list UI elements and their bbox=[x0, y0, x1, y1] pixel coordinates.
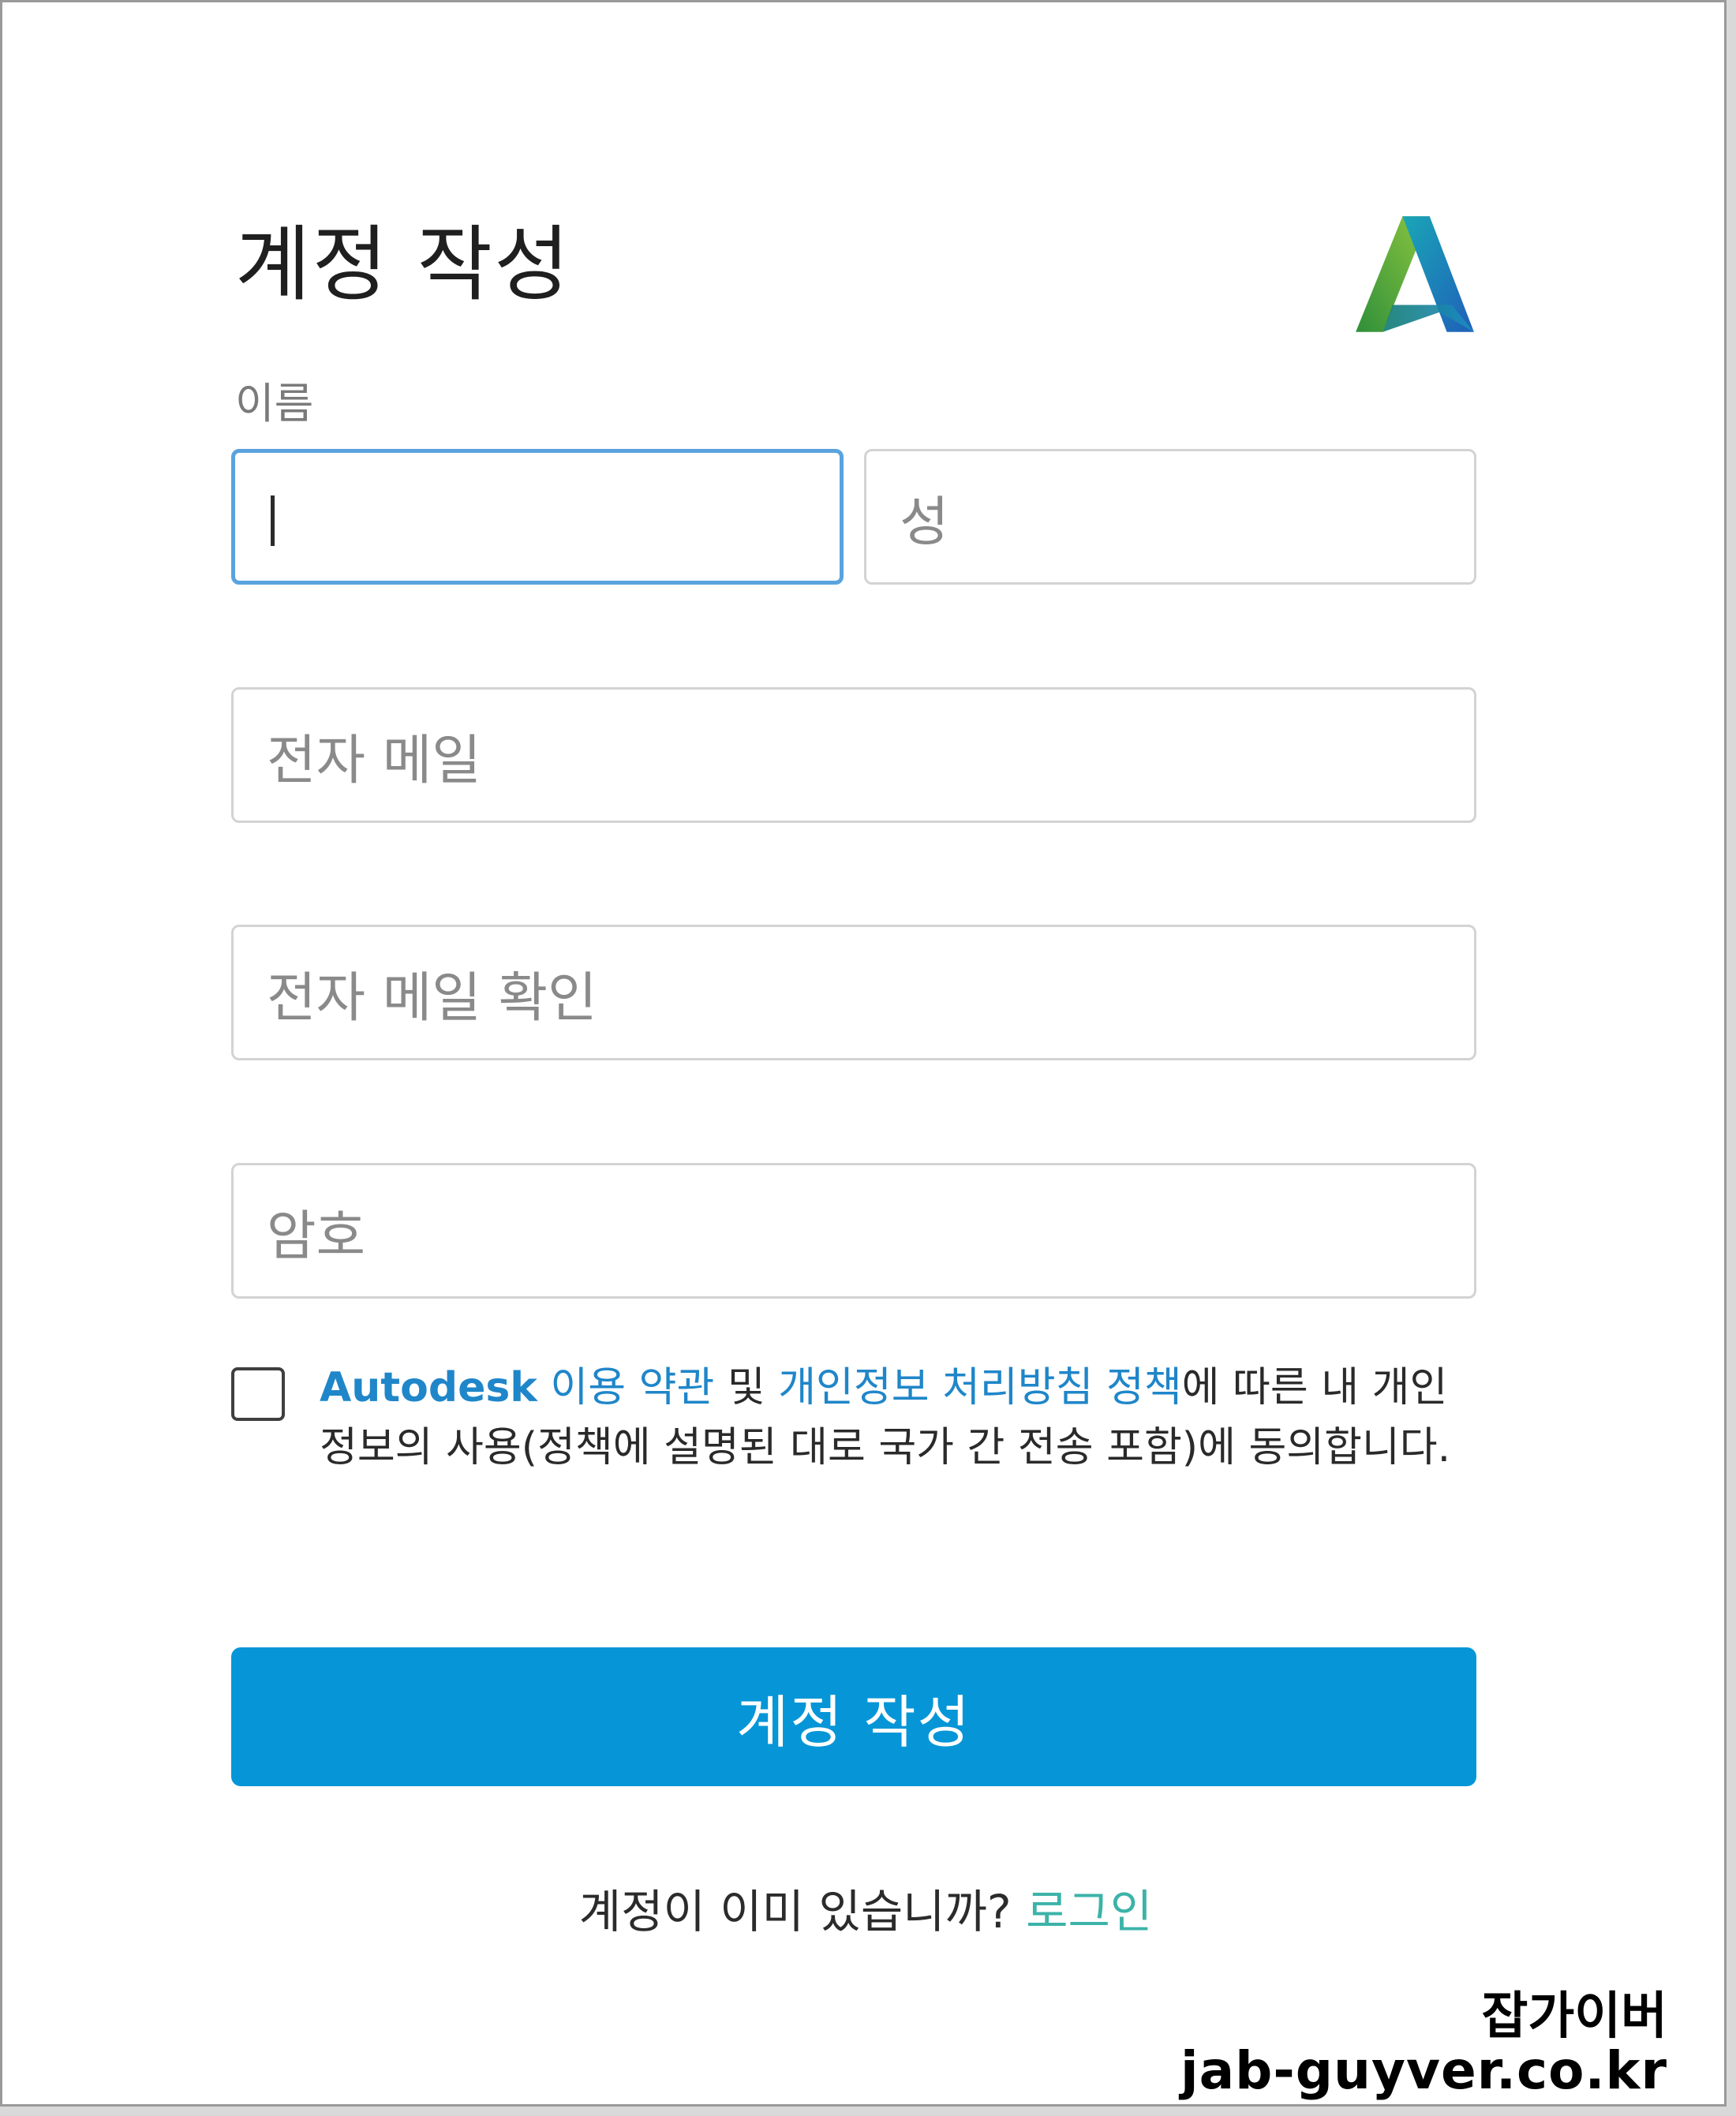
create-account-button[interactable]: 계정 작성 bbox=[231, 1647, 1476, 1786]
name-label: 이름 bbox=[235, 379, 314, 428]
watermark-url: jab-guyver.co.kr bbox=[1180, 2040, 1667, 2102]
signup-dialog: 계정 작성 이름 성 전자 메일 전자 메일 확인 암호 Autodesk 이용… bbox=[0, 0, 1727, 2107]
login-question: 계정이 이미 있습니까? bbox=[578, 1885, 1027, 1938]
page-title: 계정 작성 bbox=[235, 216, 571, 312]
consent-and: 및 bbox=[714, 1364, 779, 1411]
consent-checkbox[interactable] bbox=[231, 1367, 285, 1421]
password-placeholder: 암호 bbox=[267, 1205, 366, 1268]
terms-link-brand[interactable]: Autodesk bbox=[320, 1364, 537, 1411]
email-field[interactable]: 전자 메일 bbox=[231, 687, 1476, 823]
autodesk-logo-icon bbox=[1356, 216, 1474, 332]
last-name-field[interactable]: 성 bbox=[864, 449, 1476, 585]
watermark: 잡가이버 jab-guyver.co.kr bbox=[1180, 1987, 1667, 2102]
first-name-field[interactable] bbox=[231, 449, 844, 585]
login-link[interactable]: 로그인 bbox=[1026, 1885, 1152, 1938]
email-confirm-field[interactable]: 전자 메일 확인 bbox=[231, 925, 1476, 1060]
email-placeholder: 전자 메일 bbox=[267, 729, 481, 792]
password-field[interactable]: 암호 bbox=[231, 1163, 1476, 1299]
last-name-placeholder: 성 bbox=[900, 491, 949, 554]
privacy-policy-link[interactable]: 개인정보 처리방침 정책 bbox=[778, 1364, 1181, 1411]
watermark-name: 잡가이버 bbox=[1481, 1987, 1667, 2046]
login-prompt: 계정이 이미 있습니까? 로그인 bbox=[2, 1880, 1729, 1943]
email-confirm-placeholder: 전자 메일 확인 bbox=[267, 966, 597, 1030]
text-cursor bbox=[271, 495, 275, 546]
consent-text: Autodesk 이용 약관 및 개인정보 처리방침 정책에 따른 내 개인 정… bbox=[320, 1358, 1472, 1478]
terms-link[interactable]: 이용 약관 bbox=[537, 1364, 714, 1411]
